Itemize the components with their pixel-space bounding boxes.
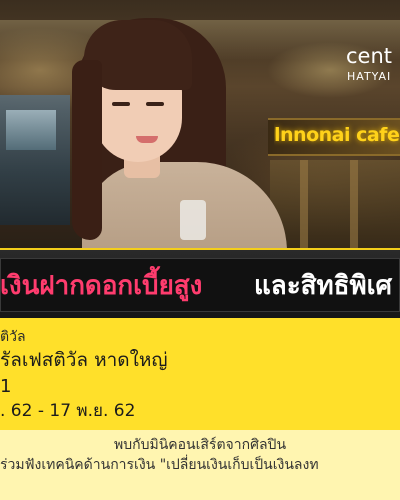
headline-rate-text: เงินฝากดอกเบี้ยสูง [0,271,203,301]
smile [136,136,158,143]
hair-side [72,60,102,240]
brand-location: HATYAI [347,70,392,83]
event-info: ติวัล รัลเฟสติวัล หาดใหญ่ 1 . 62 - 17 พ.… [0,318,400,430]
event-description: พบกับมินิคอนเสิร์ตจากศิลปิน ร่วมฟังเทคนิ… [0,430,400,500]
hero-photo: lnnonai cafe cent HATYAI [0,0,400,248]
eye [146,102,164,106]
eye [112,102,130,106]
store-pillar [350,160,358,248]
description-line: พบกับมินิคอนเสิร์ตจากศิลปิน [113,437,287,453]
storefront-window [6,110,56,150]
store-pillar [300,160,308,248]
event-venue: รัลเฟสติวัล หาดใหญ่ [0,349,168,371]
headline-banner: เงินฝากดอกเบี้ยสูง และสิทธิพิเศ [0,248,400,322]
phone [180,200,206,240]
brand-name: cent [346,44,393,68]
woman-figure [62,10,287,248]
event-dates: . 62 - 17 พ.ย. 62 [0,401,136,421]
store-front [270,160,400,248]
event-floor: 1 [0,376,12,397]
event-label: ติวัล [0,329,26,345]
headline-privilege-text: และสิทธิพิเศ [254,271,393,301]
store-sign-text: lnnonai cafe [274,124,400,146]
description-line: ร่วมฟังเทคนิคด้านการเงิน "เปลี่ยนเงินเก็… [0,457,319,473]
